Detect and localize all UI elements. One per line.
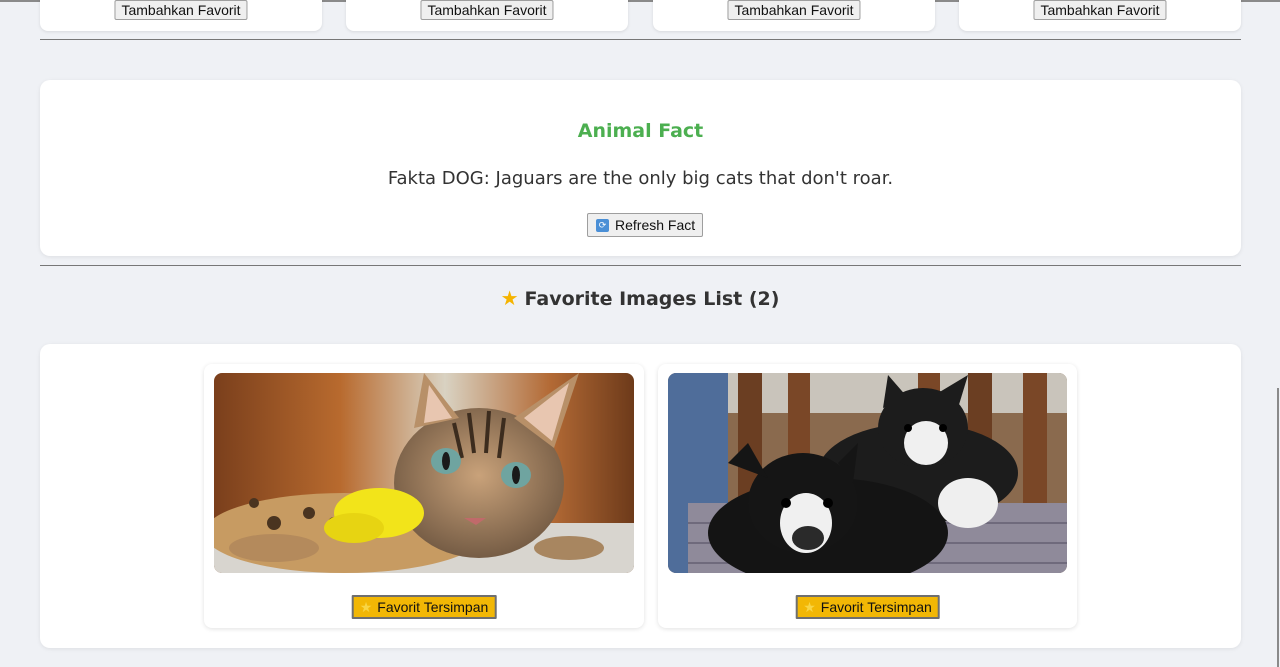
favorites-panel: ★ Favorit Tersimpan ★ Favorit Tersimpan bbox=[40, 344, 1241, 648]
star-icon: ★ bbox=[803, 599, 816, 615]
animal-cards-row: Tambahkan Favorit Tambahkan Favorit Tamb… bbox=[40, 0, 1241, 31]
add-favorite-button[interactable]: Tambahkan Favorit bbox=[114, 0, 248, 20]
animal-fact-card: Animal Fact Fakta DOG: Jaguars are the o… bbox=[40, 80, 1241, 256]
favorite-card: ★ Favorit Tersimpan bbox=[658, 364, 1077, 628]
refresh-fact-button[interactable]: ⟳ Refresh Fact bbox=[587, 213, 704, 237]
saved-favorite-button[interactable]: ★ Favorit Tersimpan bbox=[351, 595, 497, 619]
saved-favorite-button[interactable]: ★ Favorit Tersimpan bbox=[795, 595, 940, 619]
cat-photo bbox=[214, 373, 634, 573]
saved-favorite-label: Favorit Tersimpan bbox=[820, 599, 932, 615]
add-favorite-button[interactable]: Tambahkan Favorit bbox=[1033, 0, 1167, 20]
favorite-card: ★ Favorit Tersimpan bbox=[204, 364, 644, 628]
page: Tambahkan Favorit Tambahkan Favorit Tamb… bbox=[0, 0, 1280, 667]
star-icon: ★ bbox=[500, 286, 519, 310]
saved-favorite-label: Favorit Tersimpan bbox=[377, 599, 489, 615]
fact-title: Animal Fact bbox=[577, 120, 704, 142]
add-favorite-button[interactable]: Tambahkan Favorit bbox=[727, 0, 861, 20]
star-icon: ★ bbox=[359, 599, 373, 615]
refresh-fact-label: Refresh Fact bbox=[615, 217, 696, 233]
section-divider bbox=[40, 265, 1241, 266]
animal-card: Tambahkan Favorit bbox=[959, 0, 1241, 31]
animal-card: Tambahkan Favorit bbox=[653, 0, 935, 31]
animal-card: Tambahkan Favorit bbox=[40, 0, 322, 31]
fact-text: Fakta DOG: Jaguars are the only big cats… bbox=[387, 168, 894, 189]
scrollbar[interactable] bbox=[1277, 388, 1279, 667]
dogs-photo bbox=[668, 373, 1067, 573]
add-favorite-button[interactable]: Tambahkan Favorit bbox=[420, 0, 554, 20]
favorites-heading: ★ Favorite Images List (2) bbox=[0, 286, 1280, 310]
animal-card: Tambahkan Favorit bbox=[346, 0, 628, 31]
refresh-icon: ⟳ bbox=[596, 218, 609, 232]
favorites-heading-text: Favorite Images List (2) bbox=[524, 288, 780, 310]
section-divider bbox=[40, 39, 1241, 40]
